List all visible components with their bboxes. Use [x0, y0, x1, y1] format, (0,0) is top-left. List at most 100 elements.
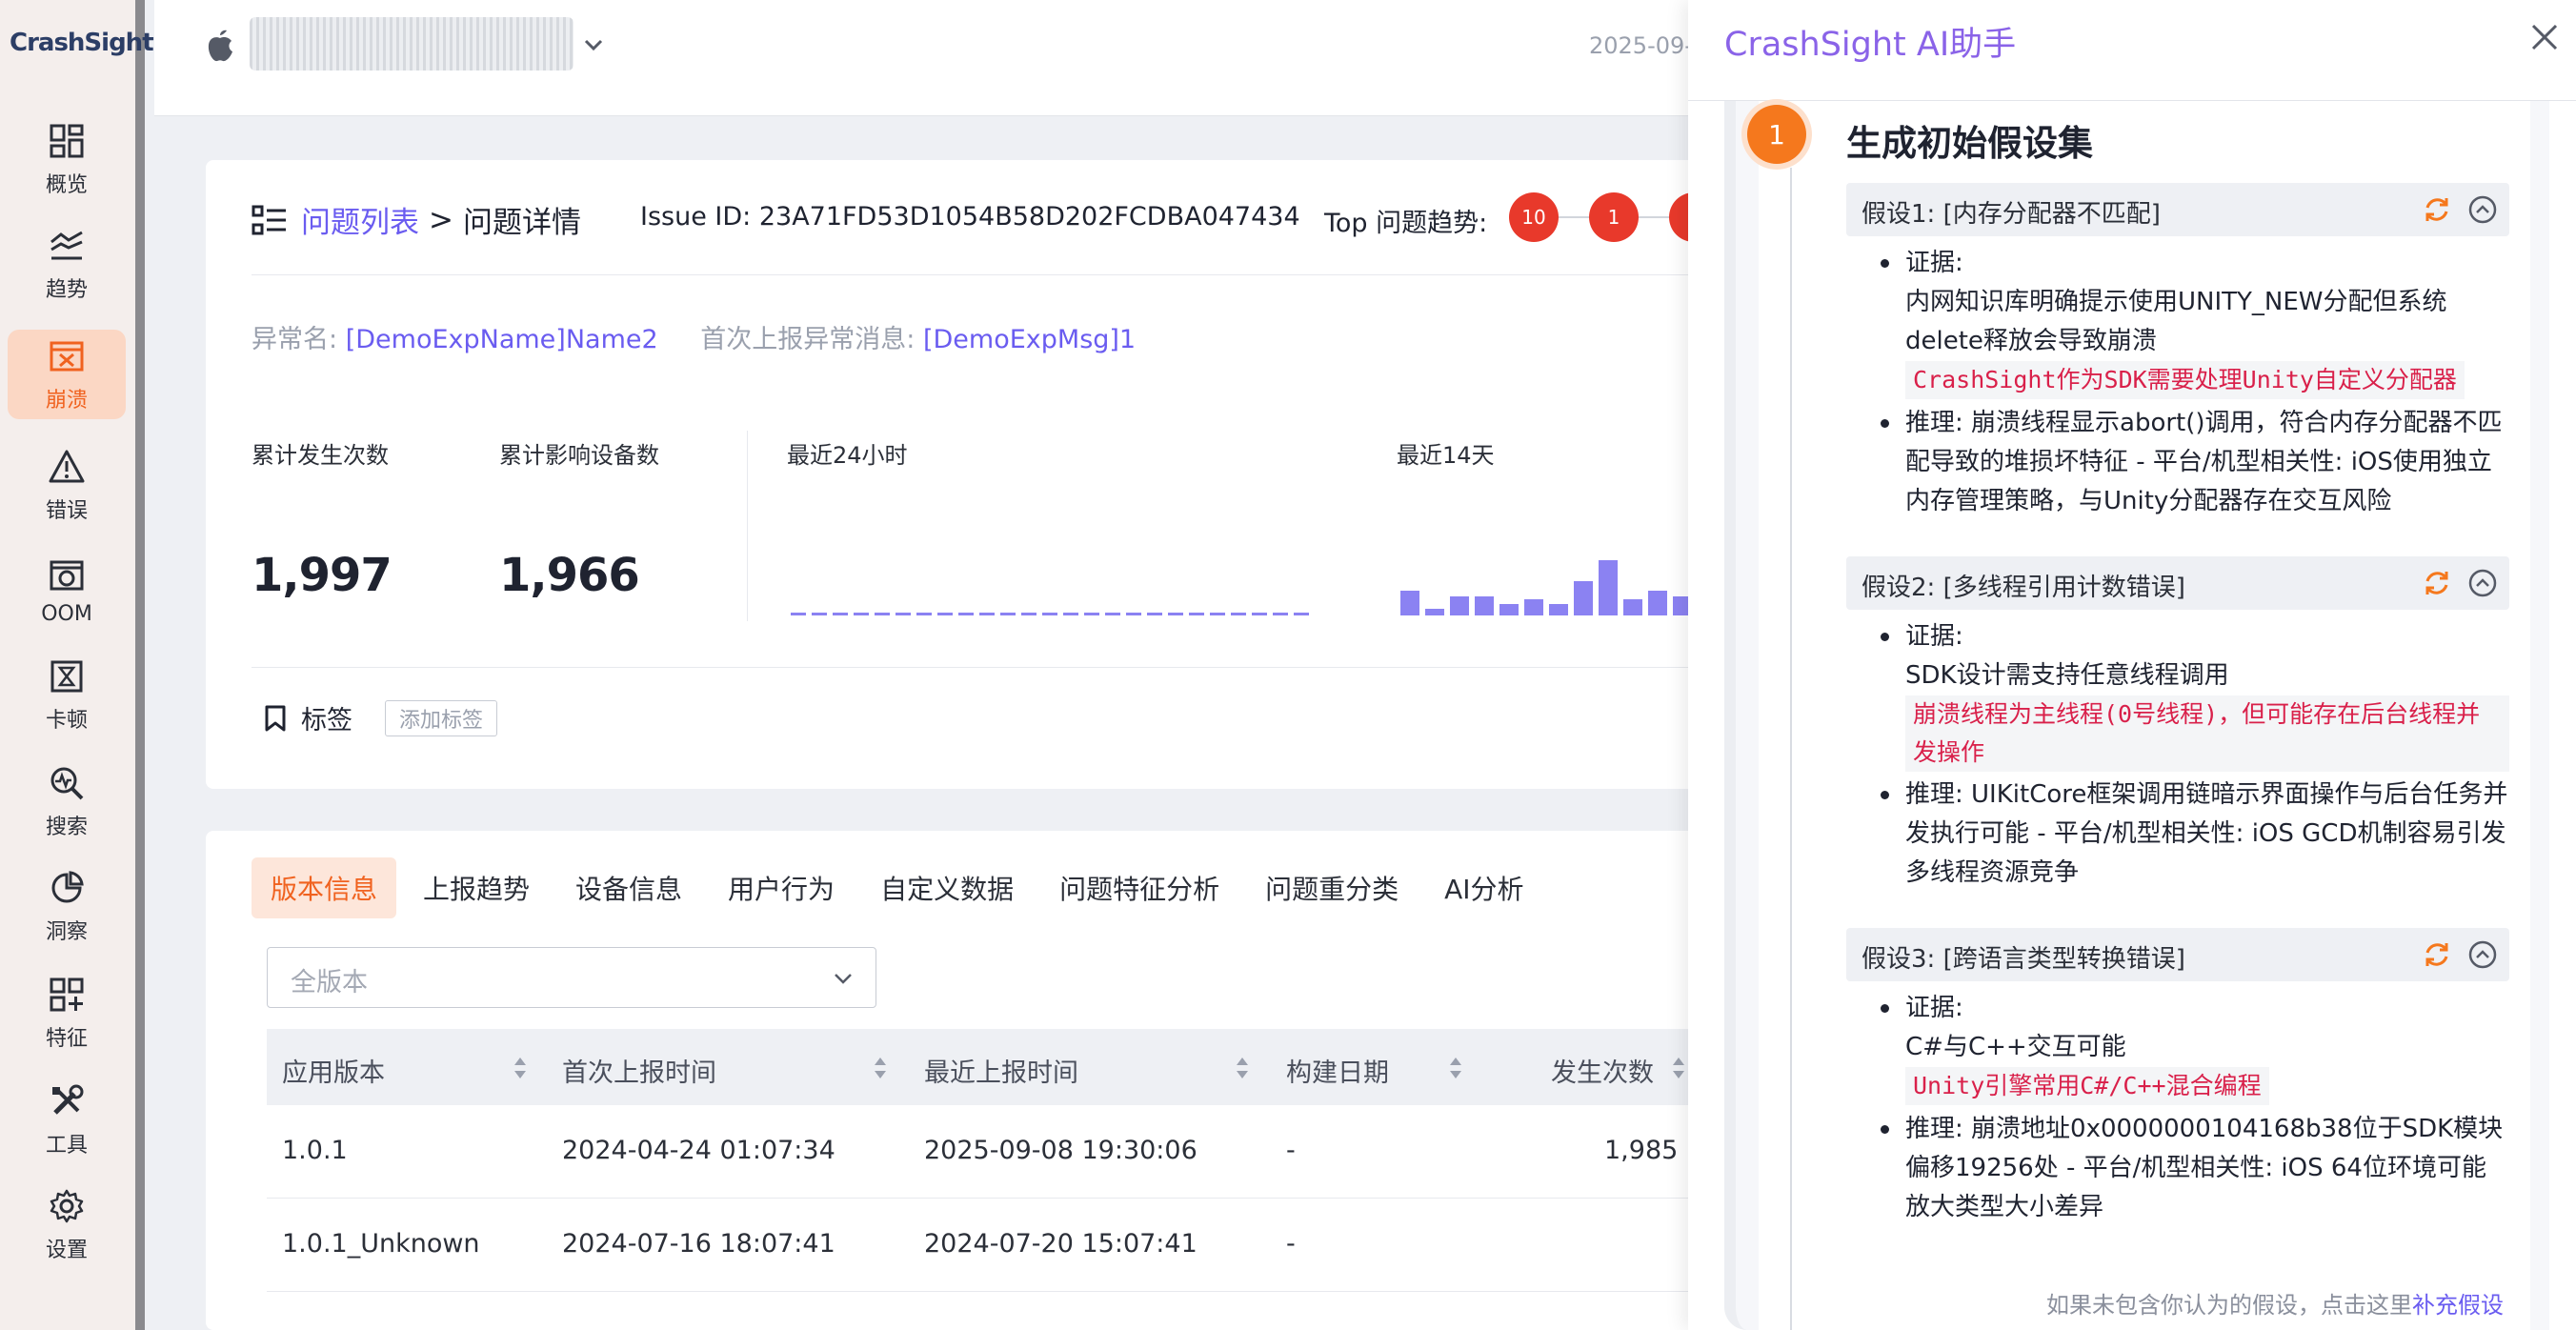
app-selector[interactable] — [250, 17, 574, 71]
sidebar-item-label: 崩溃 — [45, 389, 88, 413]
sparkline-bar — [1294, 613, 1309, 615]
breadcrumb: 问题列表 > 问题详情 — [252, 198, 581, 241]
version-table: 应用版本 首次上报时间 最近上报时间 构建日期 发生次数 1.0.1 2024-… — [267, 1029, 1751, 1292]
table-header: 应用版本 首次上报时间 最近上报时间 构建日期 发生次数 — [267, 1029, 1749, 1105]
sidebar-item-insight[interactable]: 洞察 — [8, 861, 126, 951]
column-header[interactable]: 应用版本 — [282, 1052, 385, 1089]
divider — [252, 274, 1749, 275]
hypothesis-title: 假设2: [多线程引用计数错误] — [1862, 574, 2185, 602]
sort-icon[interactable] — [513, 1054, 528, 1082]
last-24h-sparkline — [791, 558, 1315, 615]
sort-icon[interactable] — [873, 1054, 888, 1082]
collapse-icon[interactable] — [2467, 939, 2498, 970]
occurrences-label: 累计发生次数 — [252, 442, 389, 469]
sparkline-bar — [1450, 596, 1469, 615]
refresh-icon[interactable] — [2422, 568, 2452, 598]
sidebar-item-crash[interactable]: 崩溃 — [8, 330, 126, 419]
add-tag-button[interactable]: 添加标签 — [385, 699, 498, 736]
chevron-down-icon — [832, 967, 855, 990]
exception-name-value[interactable]: [DemoExpName]Name2 — [346, 325, 658, 354]
tab-device-info[interactable]: 设备信息 — [556, 857, 701, 918]
sidebar-item-feature[interactable]: 特征 — [8, 968, 126, 1058]
detail-tabs: 版本信息 上报趋势 设备信息 用户行为 自定义数据 问题特征分析 问题重分类 A… — [252, 857, 1551, 918]
last-24h-label: 最近24小时 — [787, 442, 908, 469]
add-hypothesis-text: 如果未包含你认为的假设，点击这里 — [2046, 1292, 2412, 1319]
column-header[interactable]: 发生次数 — [1551, 1052, 1654, 1089]
collapse-icon[interactable] — [2467, 568, 2498, 598]
hypothesis-header[interactable]: 假设3: [跨语言类型转换错误] — [1846, 928, 2509, 981]
sidebar-item-label: 错误 — [45, 499, 88, 523]
hypothesis-header[interactable]: 假设1: [内存分配器不匹配] — [1846, 183, 2509, 236]
version-select[interactable]: 全版本 — [267, 947, 876, 1008]
sparkline-bar — [1574, 581, 1593, 615]
hourglass-icon — [46, 655, 88, 697]
trend-icon — [46, 225, 88, 267]
sidebar-item-overview[interactable]: 概览 — [8, 114, 126, 204]
dashboard-icon — [46, 120, 88, 162]
cell-occurrences: 1,985 — [1604, 1136, 1679, 1165]
sparkline-bar — [1126, 613, 1141, 615]
tab-custom-data[interactable]: 自定义数据 — [861, 857, 1033, 918]
evidence-label: 证据: — [1871, 244, 2509, 283]
step-number-badge: 1 — [1747, 105, 1806, 164]
trend-dot[interactable]: 10 — [1509, 192, 1559, 242]
tab-ai-analysis[interactable]: AI分析 — [1425, 857, 1542, 918]
sort-icon[interactable] — [1671, 1054, 1686, 1082]
sparkline-bar — [958, 613, 974, 615]
sidebar-item-trend[interactable]: 趋势 — [8, 219, 126, 309]
sort-icon[interactable] — [1448, 1054, 1463, 1082]
evidence-code: 崩溃线程为主线程(0号线程)，但可能存在后台线程并发操作 — [1905, 695, 2509, 772]
add-hypothesis-link[interactable]: 补充假设 — [2412, 1292, 2504, 1319]
hypothesis-body: 证据: SDK设计需支持任意线程调用 崩溃线程为主线程(0号线程)，但可能存在后… — [1871, 617, 2509, 893]
cell-version: 1.0.1 — [282, 1136, 348, 1165]
sidebar-item-tools[interactable]: 工具 — [8, 1075, 126, 1164]
devices-label: 累计影响设备数 — [499, 442, 659, 469]
cell-first-report: 2024-07-16 18:07:41 — [562, 1229, 835, 1259]
tab-version-info[interactable]: 版本信息 — [252, 857, 397, 918]
evidence-text: C#与C++交互可能 — [1905, 1033, 2126, 1061]
sparkline-bar — [1231, 613, 1246, 615]
apple-icon — [204, 27, 236, 65]
chevron-down-icon[interactable] — [581, 32, 606, 57]
stats-separator — [747, 431, 748, 621]
column-header[interactable]: 构建日期 — [1286, 1052, 1389, 1089]
date-range-text[interactable]: 2025-09- — [1589, 32, 1693, 59]
sparkline-bar — [1648, 591, 1667, 615]
sort-icon[interactable] — [1235, 1054, 1250, 1082]
sidebar-item-search[interactable]: 搜索 — [8, 756, 126, 846]
sparkline-bar — [979, 613, 995, 615]
sparkline-bar — [1475, 596, 1494, 615]
close-icon[interactable] — [2528, 21, 2561, 53]
column-header[interactable]: 首次上报时间 — [562, 1052, 716, 1089]
sidebar-item-lag[interactable]: 卡顿 — [8, 650, 126, 739]
breadcrumb-issue-list[interactable]: 问题列表 — [301, 198, 419, 241]
tab-reclassify[interactable]: 问题重分类 — [1246, 857, 1418, 918]
refresh-icon[interactable] — [2422, 939, 2452, 970]
sidebar-item-label: 洞察 — [45, 920, 88, 944]
sidebar-item-oom[interactable]: OOM — [8, 545, 126, 635]
hypothesis-header[interactable]: 假设2: [多线程引用计数错误] — [1846, 556, 2509, 610]
sidebar: CrashSight 概览 趋势 崩溃 错误 OOM 卡顿 搜索 洞察 特征 工… — [0, 0, 154, 1330]
trend-dot[interactable]: 1 — [1589, 192, 1639, 242]
evidence-label: 证据: — [1871, 989, 2509, 1028]
sidebar-item-settings[interactable]: 设置 — [8, 1179, 126, 1269]
column-header[interactable]: 最近上报时间 — [924, 1052, 1078, 1089]
table-row[interactable]: 1.0.1_Unknown 2024-07-16 18:07:41 2024-0… — [267, 1199, 1751, 1292]
sidebar-item-error[interactable]: 错误 — [8, 440, 126, 530]
exception-msg-value[interactable]: [DemoExpMsg]1 — [923, 325, 1136, 354]
tab-user-behavior[interactable]: 用户行为 — [709, 857, 854, 918]
sparkline-bar — [1168, 613, 1183, 615]
tab-feature-analysis[interactable]: 问题特征分析 — [1040, 857, 1238, 918]
tab-report-trend[interactable]: 上报趋势 — [404, 857, 549, 918]
reasoning-text: 推理: 崩溃线程显示abort()调用，符合内存分配器不匹配导致的堆损坏特征 -… — [1871, 404, 2509, 521]
table-row[interactable]: 1.0.1 2024-04-24 01:07:34 2025-09-08 19:… — [267, 1105, 1749, 1199]
refresh-icon[interactable] — [2422, 194, 2452, 225]
sidebar-item-label: OOM — [41, 601, 92, 626]
evidence-text: 内网知识库明确提示使用UNITY_NEW分配但系统delete释放会导致崩溃 — [1905, 288, 2447, 355]
sparkline-bar — [1000, 613, 1016, 615]
cell-version: 1.0.1_Unknown — [282, 1229, 480, 1259]
top-bar: 2025-09- — [154, 0, 1698, 116]
collapse-icon[interactable] — [2467, 194, 2498, 225]
issue-id: Issue ID: 23A71FD53D1054B58D202FCDBA0474… — [640, 202, 1300, 232]
pie-icon — [46, 867, 88, 909]
